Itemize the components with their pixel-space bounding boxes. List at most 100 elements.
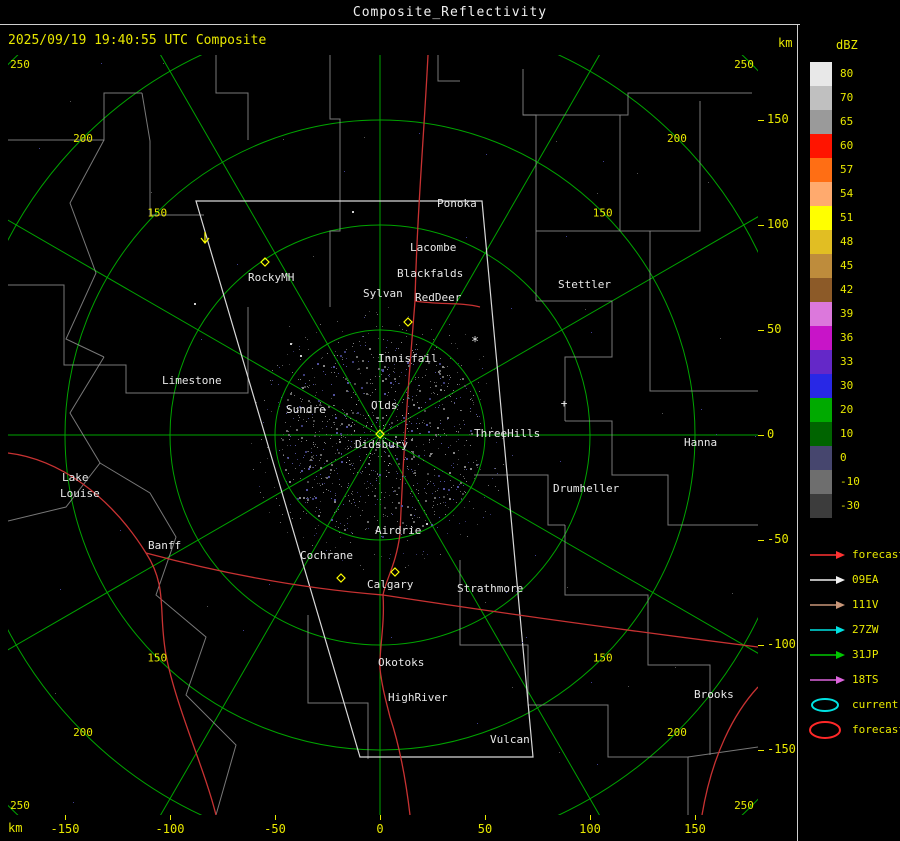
ring-distance-label: 200: [667, 726, 687, 739]
vector-legend-row: forecast: [808, 542, 900, 567]
dbz-swatch: [810, 494, 832, 518]
legend-panel: dBZ 807065605754514845423936333020100-10…: [800, 24, 900, 841]
vector-legend-row: 18TS: [808, 667, 900, 692]
x-axis: -150-100-50050100150: [0, 815, 796, 841]
dbz-scale-row: -30: [810, 494, 860, 518]
city-label: Vulcan: [490, 733, 530, 746]
city-label: Didsbury: [355, 438, 408, 451]
storm-ellipse-icon: [808, 721, 846, 739]
dbz-scale-row: 39: [810, 302, 860, 326]
radar-canvas[interactable]: 150200250150200250150200250150200250Pono…: [8, 55, 758, 815]
city-label: RedDeer: [415, 291, 462, 304]
radar-coverage-box: [196, 201, 533, 757]
vector-arrow-icon: [808, 546, 846, 564]
city-label: Okotoks: [378, 656, 424, 669]
x-axis-tick: [380, 815, 381, 820]
city-label: Louise: [60, 487, 100, 500]
storm-ellipse-icon: [808, 696, 846, 714]
dbz-scale-row: 60: [810, 134, 860, 158]
y-axis: 150100500-50-100-150: [758, 0, 800, 841]
dbz-value-label: 80: [840, 62, 853, 86]
dbz-swatch: [810, 302, 832, 326]
dbz-value-label: -10: [840, 470, 860, 494]
x-axis-tick-label: -100: [150, 822, 190, 836]
dbz-swatch: [810, 134, 832, 158]
station-dot-icon: [300, 355, 302, 357]
dbz-swatch: [810, 182, 832, 206]
dbz-scale-row: 48: [810, 230, 860, 254]
y-axis-tick: [758, 645, 764, 646]
vector-legend-label: 27ZW: [852, 623, 879, 636]
dbz-swatch: [810, 326, 832, 350]
vector-arrow-icon: [808, 621, 846, 639]
dbz-swatch: [810, 350, 832, 374]
ring-distance-label: 250: [10, 58, 30, 71]
ring-distance-label: 150: [593, 652, 613, 665]
vector-legend-label: 09EA: [852, 573, 879, 586]
dbz-swatch: [810, 374, 832, 398]
city-label: Airdrie: [375, 524, 421, 537]
dbz-value-label: 10: [840, 422, 853, 446]
dbz-color-scale: 807065605754514845423936333020100-10-30: [810, 62, 860, 518]
vector-legend-label: forecast: [852, 723, 900, 736]
dbz-scale-row: 80: [810, 62, 860, 86]
x-axis-tick-label: -50: [255, 822, 295, 836]
radar-site-diamond-icon: [391, 568, 399, 576]
dbz-scale-row: 10: [810, 422, 860, 446]
dbz-scale-row: 57: [810, 158, 860, 182]
dbz-swatch: [810, 398, 832, 422]
city-label: Ponoka: [437, 197, 477, 210]
vector-legend-row: 09EA: [808, 567, 900, 592]
dbz-swatch: [810, 206, 832, 230]
city-label: Limestone: [162, 374, 222, 387]
y-axis-tick: [758, 330, 764, 331]
vector-arrow-icon: [808, 671, 846, 689]
y-axis-tick: [758, 540, 764, 541]
dbz-swatch: [810, 278, 832, 302]
dbz-scale-row: -10: [810, 470, 860, 494]
asterisk-marker-icon: *: [471, 335, 479, 350]
vector-arrow-icon: [808, 571, 846, 589]
y-axis-tick: [758, 435, 764, 436]
dbz-swatch: [810, 158, 832, 182]
dbz-value-label: 39: [840, 302, 853, 326]
dbz-value-label: 0: [840, 446, 847, 470]
legend-title: dBZ: [836, 38, 858, 52]
city-label: Stettler: [558, 278, 611, 291]
x-axis-tick: [275, 815, 276, 820]
ring-distance-label: 150: [147, 652, 167, 665]
ring-distance-label: 200: [667, 132, 687, 145]
dbz-scale-row: 51: [810, 206, 860, 230]
station-dot-icon: [290, 343, 292, 345]
dbz-value-label: 20: [840, 398, 853, 422]
y-axis-tick-label: 100: [767, 217, 789, 231]
dbz-value-label: 45: [840, 254, 853, 278]
vector-legend-label: 18TS: [852, 673, 879, 686]
x-axis-tick-label: 100: [570, 822, 610, 836]
city-label: ThreeHills: [474, 427, 540, 440]
dbz-swatch: [810, 446, 832, 470]
dbz-value-label: 57: [840, 158, 853, 182]
dbz-scale-row: 70: [810, 86, 860, 110]
x-axis-tick: [695, 815, 696, 820]
x-axis-tick-label: -150: [45, 822, 85, 836]
radar-site-diamond-icon: [337, 574, 345, 582]
dbz-value-label: 51: [840, 206, 853, 230]
dbz-scale-row: 0: [810, 446, 860, 470]
vector-legend-row: 31JP: [808, 642, 900, 667]
dbz-swatch: [810, 254, 832, 278]
city-label: Cochrane: [300, 549, 353, 562]
city-label: Sundre: [286, 403, 326, 416]
vector-legend-label: current: [852, 698, 898, 711]
dbz-value-label: -30: [840, 494, 860, 518]
dbz-scale-row: 54: [810, 182, 860, 206]
vector-arrow-icon: [808, 646, 846, 664]
vector-legend-row: 27ZW: [808, 617, 900, 642]
vector-legend-label: 111V: [852, 598, 879, 611]
radar-map[interactable]: 150200250150200250150200250150200250Pono…: [8, 55, 758, 815]
x-axis-tick: [170, 815, 171, 820]
dbz-scale-row: 45: [810, 254, 860, 278]
vector-arrow-icon: [808, 596, 846, 614]
vector-legend-row: forecast: [808, 717, 900, 742]
x-axis-tick: [65, 815, 66, 820]
